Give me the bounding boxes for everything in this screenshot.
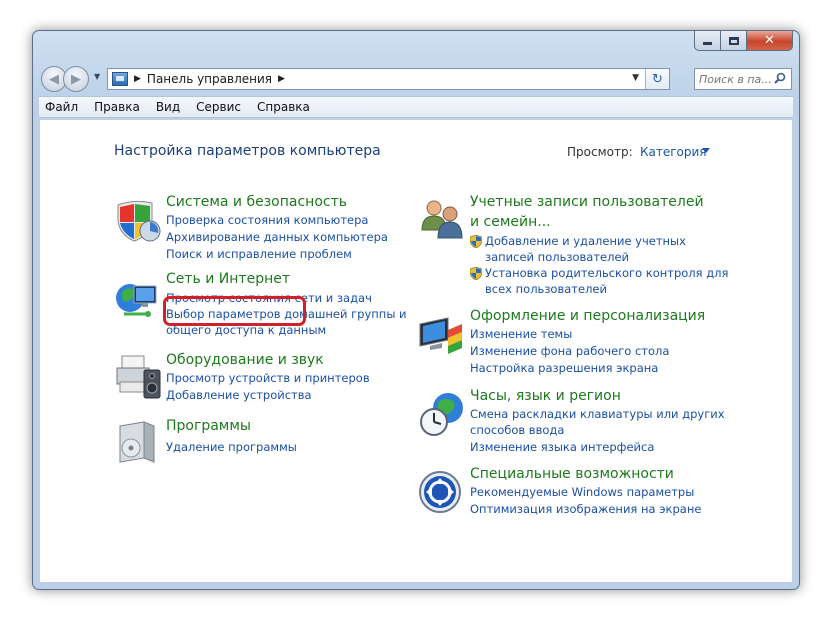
adjust-screen-resolution-link[interactable]: Настройка разрешения экрана — [470, 361, 658, 375]
view-devices-printers-link[interactable]: Просмотр устройств и принтеров — [166, 371, 370, 385]
parental-controls-link-line2[interactable]: всех пользователей — [485, 282, 607, 296]
change-keyboard-link-line2[interactable]: способов ввода — [470, 423, 564, 437]
clock-globe-icon[interactable] — [418, 390, 466, 438]
search-icon[interactable] — [774, 72, 786, 84]
add-remove-accounts-link-line2[interactable]: записей пользователей — [485, 250, 629, 264]
recommended-settings-link[interactable]: Рекомендуемые Windows параметры — [470, 485, 694, 499]
close-button[interactable]: ✕ — [747, 31, 793, 51]
check-computer-status-link[interactable]: Проверка состояния компьютера — [166, 213, 368, 227]
minimize-button[interactable] — [694, 31, 721, 51]
ease-of-access-icon[interactable] — [418, 468, 466, 516]
breadcrumb-control-panel[interactable]: Панель управления — [147, 72, 272, 86]
view-category-dropdown[interactable]: Категория — [640, 145, 707, 159]
network-internet-link[interactable]: Сеть и Интернет — [166, 271, 290, 287]
recent-pages-chevron-icon[interactable]: ▼ — [94, 72, 100, 81]
refresh-button[interactable]: ↻ — [645, 69, 669, 89]
close-icon: ✕ — [764, 33, 775, 48]
breadcrumb-separator-icon[interactable]: ▶ — [134, 74, 141, 84]
highlight-annotation — [163, 296, 306, 326]
forward-arrow-icon: ▶ — [71, 71, 81, 87]
security-shield-icon[interactable] — [114, 197, 162, 245]
printer-speaker-icon[interactable] — [114, 352, 162, 400]
network-globe-icon[interactable] — [114, 274, 162, 322]
parental-controls-link[interactable]: Установка родительского контроля для — [485, 266, 728, 280]
change-keyboard-link[interactable]: Смена раскладки клавиатуры или других — [470, 407, 725, 421]
troubleshoot-link[interactable]: Поиск и исправление проблем — [166, 247, 352, 261]
breadcrumb-separator-icon[interactable]: ▶ — [278, 74, 285, 84]
control-panel-window: ✕ ◀ ▶ ▼ ▶ Панель управления ▶ ▼ ↻ Файл П… — [32, 30, 800, 590]
hardware-sound-link[interactable]: Оборудование и звук — [166, 352, 324, 368]
view-dropdown-arrow-icon[interactable] — [702, 148, 710, 153]
search-box[interactable] — [694, 68, 792, 90]
programs-box-icon[interactable] — [114, 418, 162, 466]
menu-help[interactable]: Справка — [257, 100, 310, 114]
content-area: Настройка параметров компьютера Просмотр… — [39, 119, 793, 583]
change-display-language-link[interactable]: Изменение языка интерфейса — [470, 440, 654, 454]
ease-of-access-link[interactable]: Специальные возможности — [470, 466, 674, 482]
maximize-button[interactable] — [721, 31, 747, 51]
uninstall-program-link[interactable]: Удаление программы — [166, 440, 297, 454]
change-theme-link[interactable]: Изменение темы — [470, 327, 572, 341]
address-bar[interactable]: ▶ Панель управления ▶ ▼ ↻ — [107, 68, 670, 90]
address-dropdown-icon[interactable]: ▼ — [632, 73, 639, 83]
uac-shield-icon — [470, 235, 482, 248]
clock-language-region-link[interactable]: Часы, язык и регион — [470, 388, 621, 404]
view-label: Просмотр: — [567, 145, 633, 159]
backup-computer-link[interactable]: Архивирование данных компьютера — [166, 230, 388, 244]
page-title: Настройка параметров компьютера — [114, 143, 381, 159]
menu-edit[interactable]: Правка — [94, 100, 140, 114]
appearance-monitor-icon[interactable] — [418, 310, 466, 358]
user-accounts-link[interactable]: Учетные записи пользователей — [470, 194, 704, 210]
navigation-bar: ◀ ▶ ▼ ▶ Панель управления ▶ ▼ ↻ — [39, 65, 793, 93]
uac-shield-icon — [470, 267, 482, 280]
menu-file[interactable]: Файл — [45, 100, 78, 114]
menu-view[interactable]: Вид — [156, 100, 180, 114]
system-security-link[interactable]: Система и безопасность — [166, 194, 347, 210]
minimize-icon — [703, 42, 712, 45]
add-device-link[interactable]: Добавление устройства — [166, 388, 312, 402]
back-arrow-icon: ◀ — [49, 71, 59, 87]
menu-bar: Файл Правка Вид Сервис Справка — [39, 96, 793, 118]
change-desktop-background-link[interactable]: Изменение фона рабочего стола — [470, 344, 669, 358]
user-accounts-link-line2[interactable]: и семейн... — [470, 214, 551, 230]
add-remove-accounts-link[interactable]: Добавление и удаление учетных — [485, 234, 686, 248]
appearance-personalization-link[interactable]: Оформление и персонализация — [470, 308, 705, 324]
programs-link[interactable]: Программы — [166, 418, 251, 434]
search-input[interactable] — [699, 72, 773, 86]
optimize-visual-display-link[interactable]: Оптимизация изображения на экране — [470, 502, 701, 516]
forward-button[interactable]: ▶ — [63, 66, 89, 92]
menu-tools[interactable]: Сервис — [196, 100, 241, 114]
maximize-icon — [728, 36, 739, 45]
caption-buttons: ✕ — [694, 31, 793, 51]
control-panel-icon — [112, 72, 128, 86]
users-icon[interactable] — [418, 196, 466, 244]
